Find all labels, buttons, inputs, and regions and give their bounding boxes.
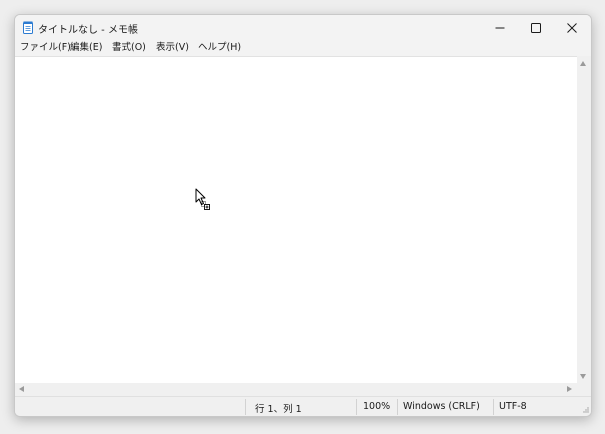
resize-grip-icon[interactable]: [581, 405, 589, 413]
close-button[interactable]: [554, 15, 590, 41]
minimize-icon: [495, 27, 505, 29]
minimize-button[interactable]: [482, 15, 518, 41]
title-bar[interactable]: タイトルなし - メモ帳: [15, 15, 591, 41]
scroll-down-icon[interactable]: [580, 374, 586, 379]
window-title: タイトルなし - メモ帳: [38, 25, 138, 36]
scroll-left-icon[interactable]: [19, 386, 24, 392]
scroll-up-icon[interactable]: [580, 61, 586, 66]
maximize-icon: [531, 23, 541, 33]
menu-format[interactable]: 書式(O): [112, 41, 146, 55]
encoding: UTF-8: [499, 401, 527, 412]
zoom-level: 100%: [363, 401, 391, 412]
menu-view[interactable]: 表示(V): [156, 41, 189, 55]
menu-file[interactable]: ファイル(F): [20, 41, 71, 55]
text-editor[interactable]: [15, 56, 577, 384]
maximize-button[interactable]: [518, 15, 554, 41]
status-divider: [356, 399, 357, 415]
status-divider: [245, 399, 246, 415]
notepad-window: タイトルなし - メモ帳 ファイル(F) 編集(E) 書式(O) 表示(V) ヘ…: [14, 14, 592, 417]
scroll-right-icon[interactable]: [567, 386, 572, 392]
line-ending: Windows (CRLF): [403, 401, 480, 412]
status-divider: [397, 399, 398, 415]
cursor-position: 行 1、列 1: [255, 404, 302, 415]
horizontal-scrollbar[interactable]: [15, 383, 577, 396]
menu-bar: ファイル(F) 編集(E) 書式(O) 表示(V) ヘルプ(H): [15, 41, 591, 56]
scrollbar-corner: [577, 383, 591, 396]
vertical-scrollbar[interactable]: [577, 56, 591, 383]
status-divider: [493, 399, 494, 415]
notepad-icon: [23, 21, 33, 34]
arrow-copy-cursor-icon: [195, 188, 210, 210]
menu-help[interactable]: ヘルプ(H): [198, 41, 241, 55]
status-bar: 行 1、列 1 100% Windows (CRLF) UTF-8: [15, 396, 591, 416]
menu-edit[interactable]: 編集(E): [70, 41, 102, 55]
close-icon: [567, 23, 577, 33]
